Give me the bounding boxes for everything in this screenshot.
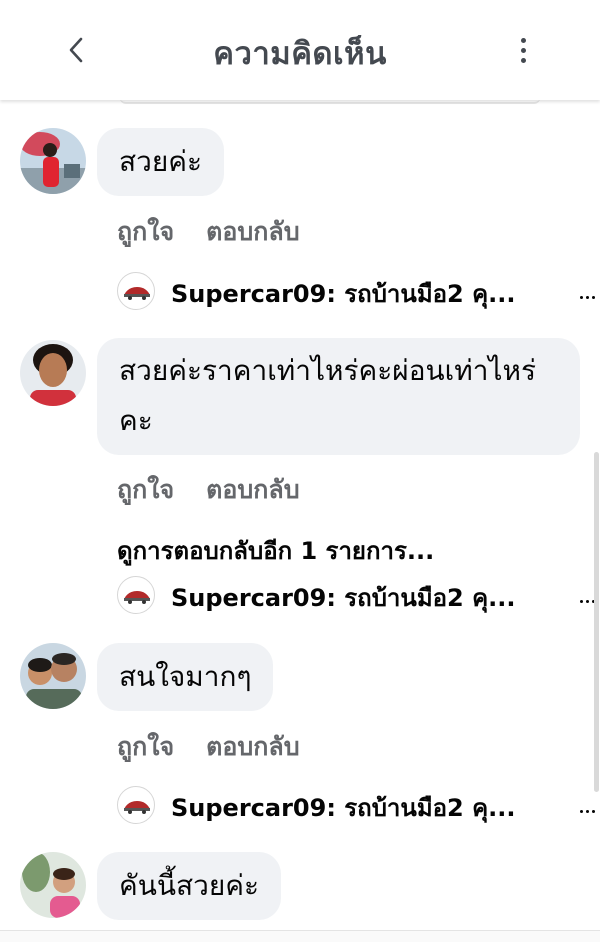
top-app-bar: ความคิดเห็น [0, 0, 600, 100]
comment-actions: ถูกใจ ตอบกลับ [117, 212, 300, 252]
comment-text: สนใจมากๆ [119, 660, 252, 693]
comment-actions: ถูกใจ ตอบกลับ [117, 470, 300, 510]
comment-actions: ถูกใจ ตอบกลับ [117, 727, 300, 767]
more-options-button[interactable] [508, 30, 538, 70]
reply-options-icon[interactable] [580, 296, 596, 302]
comments-page: ความคิดเห็น สวยค่ะ ถูกใจ ตอบกลับ Superca… [0, 0, 600, 942]
view-more-replies-link[interactable]: ดูการตอบกลับอีก 1 รายการ... [117, 531, 434, 570]
reply-options-icon[interactable] [580, 810, 596, 816]
scrollbar[interactable] [594, 452, 599, 792]
reply-button[interactable]: ตอบกลับ [206, 475, 299, 504]
comment-bubble: คันนี้สวยค่ะ [97, 852, 281, 920]
page-logo [117, 272, 155, 310]
reply-preview[interactable]: Supercar09: รถบ้านมือ2 คุ... [117, 272, 597, 312]
reply-button[interactable]: ตอบกลับ [206, 217, 299, 246]
comment-bubble: สนใจมากๆ [97, 643, 274, 711]
reply-preview-text: Supercar09: รถบ้านมือ2 คุ... [171, 794, 516, 822]
like-button[interactable]: ถูกใจ [117, 217, 174, 246]
comment-bubble: สวยค่ะราคาเท่าไหร่คะผ่อนเท่าไหร่คะ [97, 338, 580, 455]
page-logo [117, 576, 155, 614]
avatar[interactable] [20, 643, 86, 709]
reply-preview[interactable]: Supercar09: รถบ้านมือ2 คุ... [117, 576, 597, 616]
comment-text: สวยค่ะ [119, 145, 202, 178]
comment-bubble: สวยค่ะ [97, 128, 224, 196]
like-button[interactable]: ถูกใจ [117, 475, 174, 504]
avatar[interactable] [20, 852, 86, 918]
avatar[interactable] [20, 128, 86, 194]
comment-text: สวยค่ะราคาเท่าไหร่คะผ่อนเท่าไหร่คะ [119, 354, 536, 437]
reply-preview[interactable]: Supercar09: รถบ้านมือ2 คุ... [117, 786, 597, 826]
reply-button[interactable]: ตอบกลับ [206, 732, 299, 761]
avatar[interactable] [20, 340, 86, 406]
comment-text: คันนี้สวยค่ะ [119, 869, 259, 902]
vertical-dots-icon [520, 37, 526, 43]
reply-preview-text: Supercar09: รถบ้านมือ2 คุ... [171, 584, 516, 612]
like-button[interactable]: ถูกใจ [117, 732, 174, 761]
page-logo [117, 786, 155, 824]
reply-preview-text: Supercar09: รถบ้านมือ2 คุ... [171, 280, 516, 308]
comment-composer-edge [0, 930, 600, 942]
